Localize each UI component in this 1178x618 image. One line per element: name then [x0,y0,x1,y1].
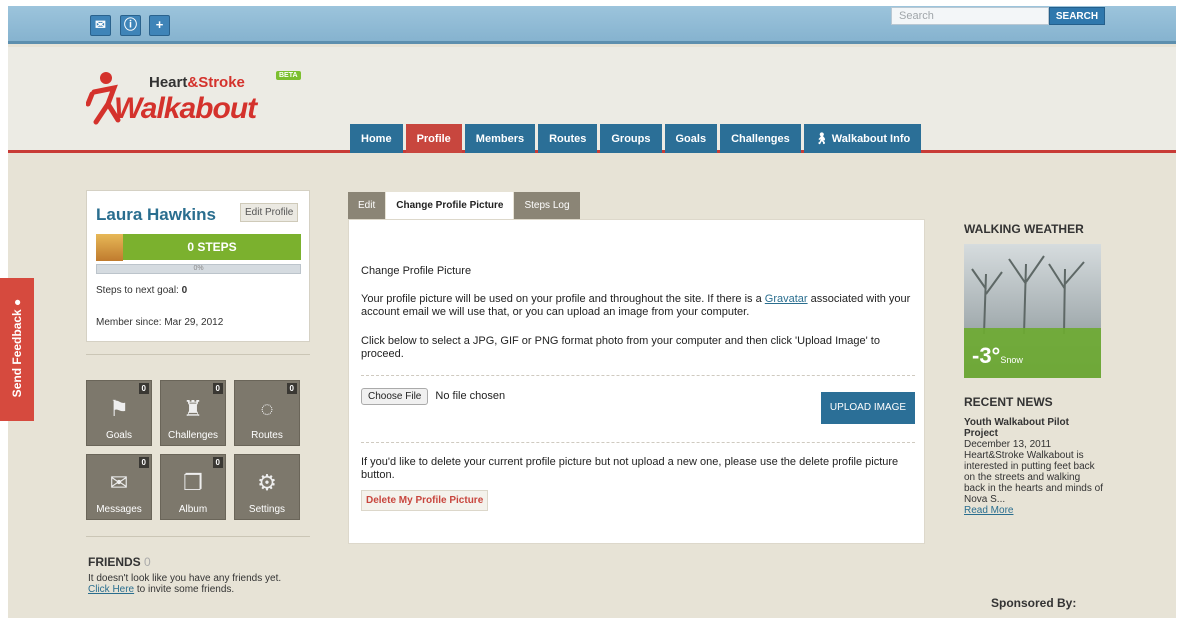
news-item: Youth Walkabout Pilot Project December 1… [964,417,1104,516]
nav-home[interactable]: Home [350,124,403,153]
divider [361,375,915,376]
album-icon: ❐ [183,470,203,495]
nav-walkabout-info-label: Walkabout Info [831,133,911,145]
paragraph-gravatar: Your profile picture will be used on you… [361,293,911,318]
nav-goals[interactable]: Goals [664,124,718,153]
divider [86,536,310,537]
member-since: Member since: Mar 29, 2012 [96,317,224,328]
send-feedback-label: Send Feedback ● [10,298,24,398]
divider [86,354,310,355]
route-icon: ◌ [260,396,274,421]
tile-label: Routes [251,430,283,441]
avatar[interactable] [96,234,123,261]
read-more-link[interactable]: Read More [964,505,1104,516]
trophy-icon: ♜ [183,396,203,421]
news-date: December 13, 2011 [964,439,1052,450]
tile-badge: 0 [212,383,223,394]
snowy-trees-image [971,255,1085,334]
profile-name[interactable]: Laura Hawkins [96,205,216,225]
tile-label: Settings [248,504,286,515]
news-title[interactable]: Youth Walkabout Pilot Project [964,417,1104,439]
tile-badge: 0 [138,383,149,394]
delete-profile-picture-button[interactable]: Delete My Profile Picture [361,490,489,511]
tile-badge: 0 [286,383,297,394]
tile-goals[interactable]: 0 ⚑ Goals [86,380,152,446]
alert-icon[interactable]: ⓘ [120,15,141,36]
tab-change-profile-picture[interactable]: Change Profile Picture [386,192,514,219]
nav-routes[interactable]: Routes [538,124,598,153]
walker-icon: 🚶︎ [814,133,832,145]
nav-profile[interactable]: Profile [405,124,462,153]
goal-progress-bar: 0% [96,264,301,274]
tile-routes[interactable]: 0 ◌ Routes [234,380,300,446]
file-status: No file chosen [435,390,506,402]
profile-card: Laura Hawkins Edit Profile 0 STEPS 0% St… [86,190,310,342]
brand-name: Heart&Stroke [149,74,245,91]
tile-badge: 0 [212,457,223,468]
nav-groups[interactable]: Groups [600,124,662,153]
panel-title: Change Profile Picture [361,265,472,277]
news-body: Heart&Stroke Walkabout is interested in … [964,450,1103,505]
nav-challenges[interactable]: Challenges [720,124,801,153]
send-feedback-tab[interactable]: Send Feedback ● [0,278,34,421]
nav-walkabout-info[interactable]: 🚶︎ Walkabout Info [803,124,922,153]
tab-edit[interactable]: Edit [348,192,386,219]
top-bar: ✉ ⓘ + Search SEARCH [8,6,1176,44]
search-button[interactable]: SEARCH [1049,7,1105,25]
file-chooser: Choose File No file chosen [361,388,505,405]
friends-count: 0 [144,555,151,569]
temperature: -3°Snow [972,343,1023,368]
tile-label: Album [178,504,208,515]
friends-heading: FRIENDS 0 [88,555,151,569]
tile-badge: 0 [138,457,149,468]
gear-icon: ⚙ [257,470,277,495]
profile-tabs: Edit Change Profile Picture Steps Log [348,192,581,219]
brand-walkabout: Walkabout [114,92,257,125]
tile-album[interactable]: 0 ❐ Album [160,454,226,520]
search-input[interactable]: Search [891,7,1049,25]
tile-challenges[interactable]: 0 ♜ Challenges [160,380,226,446]
paragraph-instructions: Click below to select a JPG, GIF or PNG … [361,335,880,360]
weather-image: -3°Snow [964,244,1101,378]
plus-icon[interactable]: + [149,15,170,36]
mail-icon[interactable]: ✉ [90,15,111,36]
paragraph-delete: If you'd like to delete your current pro… [361,456,899,481]
tile-label: Goals [105,430,133,441]
beta-badge: BETA [276,71,301,80]
divider [361,442,915,443]
tab-steps-log[interactable]: Steps Log [514,192,580,219]
tile-messages[interactable]: 0 ✉ Messages [86,454,152,520]
steps-to-goal: Steps to next goal: 0 [96,285,188,296]
edit-profile-button[interactable]: Edit Profile [240,203,299,222]
weather-heading: WALKING WEATHER [964,222,1084,236]
upload-image-button[interactable]: UPLOAD IMAGE [821,392,915,424]
nav-members[interactable]: Members [464,124,536,153]
tile-label: Challenges [167,430,219,441]
tile-settings[interactable]: ⚙ Settings [234,454,300,520]
choose-file-button[interactable]: Choose File [361,388,429,405]
sponsored-by: Sponsored By: [991,596,1077,610]
envelope-icon: ✉ [109,470,129,495]
goal-progress-text: 0% [193,265,204,272]
main-nav: Home Profile Members Routes Groups Goals… [350,124,924,153]
flag-icon: ⚑ [109,396,129,421]
page: ✉ ⓘ + Search SEARCH Heart&Stroke BETA Wa… [8,6,1176,618]
gravatar-link[interactable]: Gravatar [765,293,808,305]
news-heading: RECENT NEWS [964,395,1053,409]
change-picture-panel: Change Profile Picture Your profile pict… [348,219,925,544]
tile-label: Messages [96,504,142,515]
invite-friends-link[interactable]: Click Here [88,584,134,595]
steps-count: 0 STEPS [123,234,301,260]
friends-text: It doesn't look like you have any friend… [88,573,282,595]
logo[interactable]: Heart&Stroke BETA Walkabout [80,64,320,144]
